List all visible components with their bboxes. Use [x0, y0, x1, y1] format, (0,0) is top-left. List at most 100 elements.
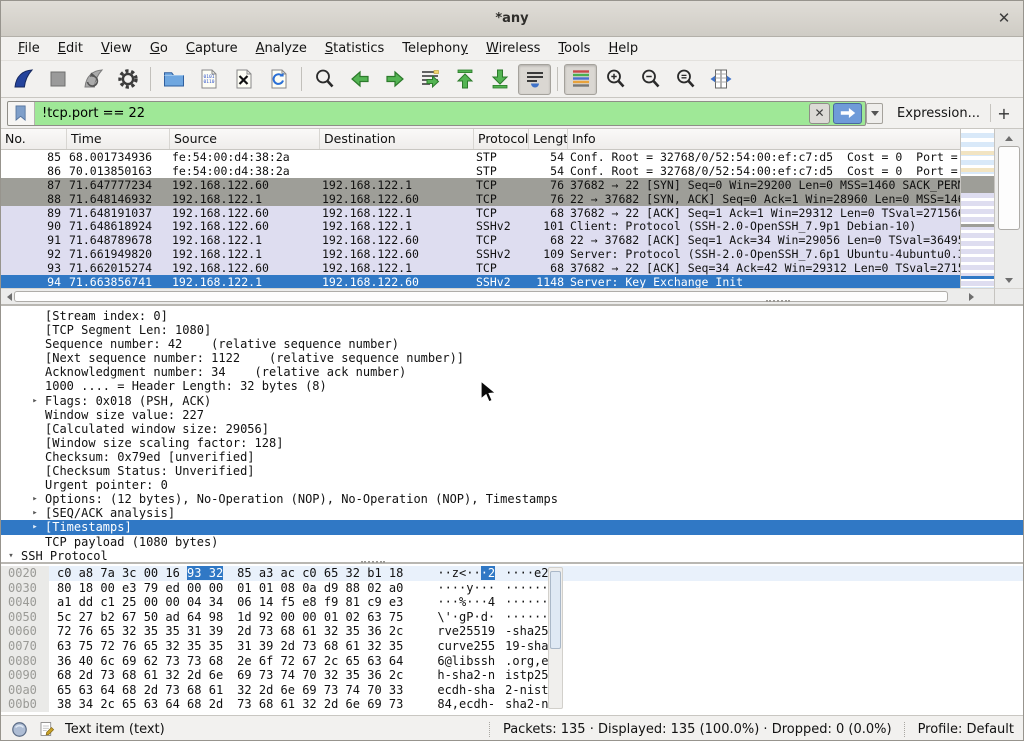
- detail-line[interactable]: [Window size scaling factor: 128]: [1, 436, 1023, 450]
- go-back-button[interactable]: [343, 64, 376, 95]
- hex-row[interactable]: 007063 75 72 76 65 32 35 3531 39 2d 73 6…: [1, 639, 1023, 654]
- detail-line[interactable]: ▸[SEQ/ACK analysis]: [1, 506, 1023, 520]
- hex-row[interactable]: 00505c 27 b2 67 50 ad 64 981d 92 00 00 0…: [1, 610, 1023, 625]
- packet-row[interactable]: 8670.013850163fe:54:00:d4:38:2aSTP54Conf…: [1, 164, 961, 178]
- zoom-reset-button[interactable]: [669, 64, 702, 95]
- packet-row[interactable]: 8871.648146932192.168.122.1192.168.122.6…: [1, 192, 961, 206]
- menu-wireless[interactable]: Wireless: [477, 39, 549, 58]
- restart-capture-button[interactable]: [76, 64, 109, 95]
- hex-vscrollbar[interactable]: [548, 567, 563, 709]
- hex-row[interactable]: 006072 76 65 32 35 35 31 392d 73 68 61 3…: [1, 624, 1023, 639]
- display-filter-input[interactable]: [35, 106, 809, 121]
- display-filter-field[interactable]: ✕: [7, 101, 866, 126]
- menu-telephony[interactable]: Telephony: [393, 39, 477, 58]
- filter-apply-button[interactable]: [833, 103, 862, 124]
- detail-line[interactable]: Sequence number: 42 (relative sequence n…: [1, 337, 1023, 351]
- stop-capture-button[interactable]: [41, 64, 74, 95]
- menu-go[interactable]: Go: [141, 39, 177, 58]
- menu-tools[interactable]: Tools: [549, 39, 599, 58]
- menu-help[interactable]: Help: [599, 39, 647, 58]
- packet-row[interactable]: 8568.001734936fe:54:00:d4:38:2aSTP54Conf…: [1, 150, 961, 164]
- close-button[interactable]: ✕: [994, 8, 1014, 28]
- hex-row[interactable]: 0020c0 a8 7a 3c 00 16 93 3285 a3 ac c0 6…: [1, 566, 1023, 581]
- detail-line[interactable]: ▸Options: (12 bytes), No-Operation (NOP)…: [1, 492, 1023, 506]
- scroll-right-button[interactable]: [967, 289, 980, 304]
- pane-splitter-grip[interactable]: [361, 561, 385, 563]
- filter-bookmark-button[interactable]: [8, 102, 35, 125]
- detail-line[interactable]: [TCP Segment Len: 1080]: [1, 323, 1023, 337]
- packet-row[interactable]: 8971.648191037192.168.122.60192.168.122.…: [1, 206, 961, 220]
- menu-statistics[interactable]: Statistics: [316, 39, 393, 58]
- colorize-packets-button[interactable]: [564, 64, 597, 95]
- menu-capture[interactable]: Capture: [177, 39, 247, 58]
- find-packet-button[interactable]: [308, 64, 341, 95]
- go-to-packet-button[interactable]: [413, 64, 446, 95]
- menu-file[interactable]: File: [9, 39, 49, 58]
- go-first-packet-button[interactable]: [448, 64, 481, 95]
- detail-line[interactable]: [Checksum Status: Unverified]: [1, 464, 1023, 478]
- detail-line[interactable]: [Next sequence number: 1122 (relative se…: [1, 351, 1023, 365]
- expert-info-icon[interactable]: [10, 720, 29, 739]
- detail-line[interactable]: ▸Flags: 0x018 (PSH, ACK): [1, 394, 1023, 408]
- packet-row-selected[interactable]: 9471.663856741192.168.122.1192.168.122.6…: [1, 275, 961, 288]
- packet-row[interactable]: 9171.648789678192.168.122.1192.168.122.6…: [1, 233, 961, 247]
- hex-row[interactable]: 008036 40 6c 69 62 73 73 682e 6f 72 67 2…: [1, 654, 1023, 669]
- close-file-button[interactable]: [227, 64, 260, 95]
- detail-line-selected[interactable]: ▸[Timestamps]: [1, 520, 1023, 534]
- auto-scroll-button[interactable]: [518, 64, 551, 95]
- vscroll-thumb[interactable]: [998, 146, 1020, 230]
- profile-text[interactable]: Profile: Default: [918, 722, 1014, 737]
- hex-row[interactable]: 00a065 63 64 68 2d 73 68 6132 2d 6e 69 7…: [1, 683, 1023, 698]
- reload-file-button[interactable]: [262, 64, 295, 95]
- detail-line[interactable]: [Stream index: 0]: [1, 309, 1023, 323]
- packet-row[interactable]: 8771.647777234192.168.122.60192.168.122.…: [1, 178, 961, 192]
- detail-line[interactable]: ▾SSH Protocol: [1, 549, 1023, 563]
- detail-line[interactable]: [Calculated window size: 29056]: [1, 422, 1023, 436]
- open-file-button[interactable]: [157, 64, 190, 95]
- hex-row[interactable]: 00b038 34 2c 65 63 64 68 2d73 68 61 32 2…: [1, 697, 1023, 712]
- column-header-no[interactable]: No.: [1, 129, 67, 149]
- filter-dropdown-button[interactable]: [866, 103, 883, 124]
- go-forward-button[interactable]: [378, 64, 411, 95]
- save-file-button[interactable]: 01010110: [192, 64, 225, 95]
- hex-row[interactable]: 003080 18 00 e3 79 ed 00 0001 01 08 0a d…: [1, 581, 1023, 596]
- column-header-length[interactable]: Length: [529, 129, 568, 149]
- menu-analyze[interactable]: Analyze: [247, 39, 316, 58]
- detail-line[interactable]: TCP payload (1080 bytes): [1, 535, 1023, 549]
- packet-list-hscrollbar[interactable]: [1, 288, 994, 304]
- hex-vscroll-thumb[interactable]: [550, 571, 561, 649]
- packet-list-header[interactable]: No. Time Source Destination Protocol Len…: [1, 129, 1023, 150]
- scroll-left-button[interactable]: [1, 289, 14, 304]
- menu-view[interactable]: View: [92, 39, 141, 58]
- column-header-time[interactable]: Time: [67, 129, 170, 149]
- packet-row[interactable]: 9371.662015274192.168.122.60192.168.122.…: [1, 261, 961, 275]
- hex-row[interactable]: 0040a1 dd c1 25 00 00 04 3406 14 f5 e8 f…: [1, 595, 1023, 610]
- capture-options-button[interactable]: [111, 64, 144, 95]
- title-bar[interactable]: *any ✕: [1, 1, 1023, 37]
- detail-line[interactable]: Checksum: 0x79ed [unverified]: [1, 450, 1023, 464]
- column-header-source[interactable]: Source: [170, 129, 320, 149]
- column-header-destination[interactable]: Destination: [320, 129, 474, 149]
- packet-minimap[interactable]: [960, 129, 994, 288]
- column-header-info[interactable]: Info: [568, 129, 1023, 149]
- packet-row[interactable]: 9271.661949820192.168.122.1192.168.122.6…: [1, 247, 961, 261]
- menu-edit[interactable]: Edit: [49, 39, 92, 58]
- go-last-packet-button[interactable]: [483, 64, 516, 95]
- detail-line[interactable]: Window size value: 227: [1, 408, 1023, 422]
- hex-row[interactable]: 009068 2d 73 68 61 32 2d 6e69 73 74 70 3…: [1, 668, 1023, 683]
- detail-line[interactable]: Acknowledgment number: 34 (relative ack …: [1, 365, 1023, 379]
- capture-comment-icon[interactable]: [38, 720, 56, 738]
- start-capture-button[interactable]: [6, 64, 39, 95]
- add-filter-button[interactable]: +: [991, 104, 1017, 123]
- resize-columns-button[interactable]: [704, 64, 737, 95]
- packet-list-vscrollbar[interactable]: [994, 129, 1023, 290]
- expression-button[interactable]: Expression...: [887, 106, 990, 121]
- filter-clear-button[interactable]: ✕: [809, 103, 830, 124]
- pane-splitter-grip[interactable]: [766, 300, 790, 302]
- detail-line[interactable]: 1000 .... = Header Length: 32 bytes (8): [1, 379, 1023, 393]
- packet-row[interactable]: 9071.648618924192.168.122.60192.168.122.…: [1, 219, 961, 233]
- zoom-in-button[interactable]: [599, 64, 632, 95]
- detail-line[interactable]: Urgent pointer: 0: [1, 478, 1023, 492]
- zoom-out-button[interactable]: [634, 64, 667, 95]
- scroll-up-button[interactable]: [995, 129, 1023, 144]
